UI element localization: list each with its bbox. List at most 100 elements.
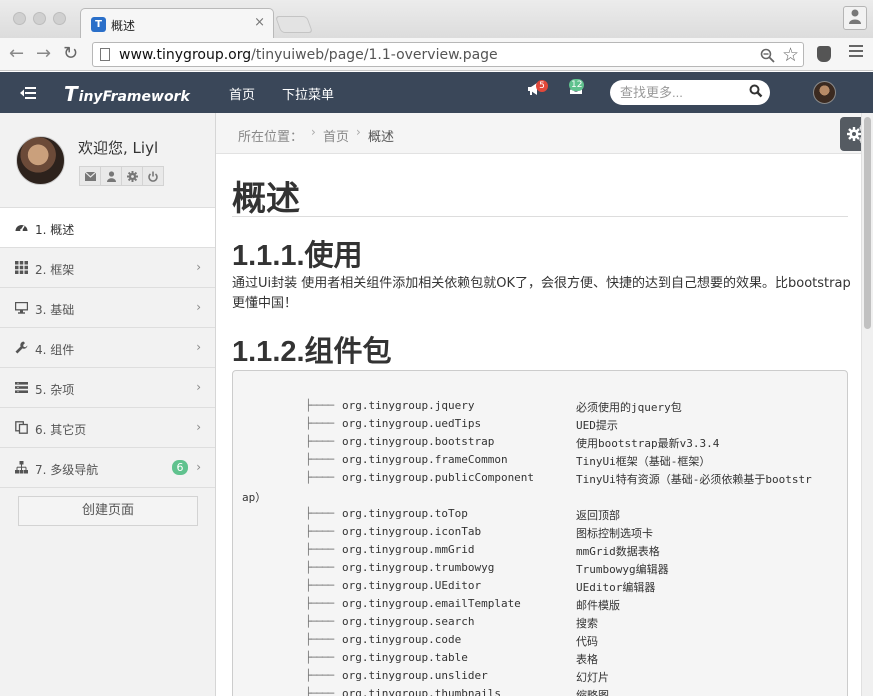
package-description: 邮件模版 — [576, 599, 620, 612]
package-name: org.tinygroup.UEditor — [342, 579, 482, 592]
section-heading-usage: 1.1.1.使用 — [232, 240, 363, 272]
app-navbar: TinyFramework 首页 下拉菜单 5 12 — [0, 72, 873, 113]
messages-button[interactable]: 12 — [569, 79, 585, 100]
package-description: 必须使用的jquery包 — [576, 401, 682, 414]
profile-button[interactable] — [100, 166, 122, 186]
user-icon — [106, 170, 116, 182]
package-name: org.tinygroup.code — [342, 633, 462, 646]
user-avatar[interactable] — [813, 81, 836, 104]
page-scrollbar[interactable] — [861, 113, 873, 696]
tree-branch: ├──── — [305, 453, 334, 466]
chevron-right-icon: › — [196, 380, 201, 394]
chevron-right-icon: › — [311, 125, 316, 139]
dashboard-icon — [15, 225, 28, 232]
package-name: org.tinygroup.search — [342, 615, 475, 628]
settings-panel-toggle[interactable] — [840, 117, 861, 151]
sidebar-toggle-icon[interactable] — [20, 84, 36, 103]
url-text[interactable]: www.tinygroup.org/tinyuiweb/page/1.1-ove… — [119, 47, 498, 63]
package-row: ├──── org.tinygroup.emailTemplate 邮件模版 — [233, 597, 847, 615]
tree-branch: ├──── — [305, 651, 334, 664]
tinyframework-favicon-icon: T — [91, 17, 106, 32]
tab-close-icon[interactable]: × — [254, 15, 265, 30]
sitemap-icon — [15, 461, 28, 474]
create-page-button[interactable]: 创建页面 — [18, 496, 198, 526]
package-description: UEditor编辑器 — [576, 581, 656, 594]
sidebar-item-other-pages[interactable]: 6. 其它页 › — [0, 408, 215, 448]
sidebar-item-basics[interactable]: 3. 基础 › — [0, 288, 215, 328]
package-row: ├──── org.tinygroup.thumbnails 缩略图 — [233, 687, 847, 696]
sidebar-item-components[interactable]: 4. 组件 › — [0, 328, 215, 368]
address-bar[interactable]: www.tinygroup.org/tinyuiweb/page/1.1-ove… — [92, 42, 804, 67]
sidebar-item-framework[interactable]: 2. 框架 › — [0, 248, 215, 288]
extension-icon[interactable] — [817, 46, 831, 62]
tree-branch: ├──── — [305, 561, 334, 574]
window-minimize-button[interactable] — [33, 12, 46, 25]
settings-button[interactable] — [121, 166, 143, 186]
package-description: 缩略图 — [576, 689, 609, 696]
breadcrumb-prefix: 所在位置： — [238, 130, 304, 145]
package-name: org.tinygroup.jquery — [342, 399, 475, 412]
browser-tab[interactable]: T 概述 × — [80, 8, 274, 38]
tree-branch: ├──── — [305, 669, 334, 682]
sidebar-item-label: 5. 杂项 — [35, 383, 75, 397]
sidebar-item-misc[interactable]: 5. 杂项 › — [0, 368, 215, 408]
package-row: ├──── org.tinygroup.bootstrap 使用bootstrap最… — [233, 435, 847, 453]
sidebar-item-multilevel-nav[interactable]: 7. 多级导航 6 › — [0, 448, 215, 488]
section-heading-packages: 1.1.2.组件包 — [232, 336, 392, 368]
tree-branch: ├──── — [305, 525, 334, 538]
window-close-button[interactable] — [13, 12, 26, 25]
new-tab-button[interactable] — [274, 16, 314, 33]
desktop-icon — [15, 302, 28, 314]
package-name: org.tinygroup.table — [342, 651, 468, 664]
package-row: ├──── org.tinygroup.mmGrid mmGrid数据表格 — [233, 543, 847, 561]
forward-arrow-icon[interactable]: → — [36, 43, 51, 65]
tree-branch: ├──── — [305, 399, 334, 412]
package-description: TinyUi特有资源（基础-必须依赖基于bootstr — [576, 473, 812, 486]
chevron-right-icon: › — [196, 340, 201, 354]
power-icon — [148, 171, 158, 182]
scrollbar-thumb[interactable] — [864, 117, 871, 329]
sidebar-item-label: 6. 其它页 — [35, 423, 87, 437]
package-description: 返回顶部 — [576, 509, 620, 522]
browser-toolbar: ← → ↻ www.tinygroup.org/tinyuiweb/page/1… — [0, 38, 873, 71]
user-tool-group — [79, 166, 164, 186]
copy-icon — [15, 421, 28, 434]
chevron-right-icon: › — [196, 460, 201, 474]
zoom-icon[interactable] — [760, 48, 775, 63]
tree-branch: ├──── — [305, 435, 334, 448]
breadcrumb-home-link[interactable]: 首页 — [323, 126, 349, 145]
main-content: 所在位置： › 首页 › 概述 概述 1.1.1.使用 通过Ui封装 使用者相关… — [216, 113, 861, 696]
back-arrow-icon[interactable]: ← — [9, 43, 24, 65]
mail-button[interactable] — [79, 166, 101, 186]
search-box — [610, 80, 770, 105]
brand-logo[interactable]: TinyFramework — [64, 82, 190, 106]
package-description: Trumbowyg编辑器 — [576, 563, 669, 576]
package-row: ├──── org.tinygroup.toTop 返回顶部 — [233, 507, 847, 525]
sidebar-item-badge: 6 — [172, 460, 188, 475]
package-row: ├──── org.tinygroup.table 表格 — [233, 651, 847, 669]
sidebar-item-overview[interactable]: 1. 概述 — [0, 208, 215, 248]
browser-profile-button[interactable] — [843, 6, 867, 30]
notifications-button[interactable]: 5 — [527, 80, 548, 100]
chevron-right-icon: › — [356, 125, 361, 139]
package-description: 搜索 — [576, 617, 598, 630]
sidebar-item-label: 4. 组件 — [35, 343, 75, 357]
chevron-right-icon: › — [196, 420, 201, 434]
url-host: www.tinygroup.org — [119, 47, 252, 63]
browser-menu-icon[interactable] — [849, 45, 863, 60]
window-zoom-button[interactable] — [53, 12, 66, 25]
logout-button[interactable] — [142, 166, 164, 186]
user-panel: 欢迎您, Liyl — [0, 113, 215, 208]
title-divider — [232, 216, 848, 217]
nav-link-home[interactable]: 首页 — [229, 84, 255, 103]
bookmark-star-icon[interactable]: ☆ — [782, 44, 799, 66]
search-icon[interactable] — [749, 84, 763, 98]
search-input[interactable] — [620, 84, 740, 101]
package-row-continuation: ap） — [233, 489, 847, 507]
package-name: org.tinygroup.uedTips — [342, 417, 482, 430]
messages-badge: 12 — [569, 79, 585, 91]
reload-icon[interactable]: ↻ — [63, 43, 78, 65]
package-name: org.tinygroup.bootstrap — [342, 435, 495, 448]
page-title: 概述 — [232, 180, 300, 218]
nav-link-dropdown[interactable]: 下拉菜单 — [282, 84, 334, 103]
